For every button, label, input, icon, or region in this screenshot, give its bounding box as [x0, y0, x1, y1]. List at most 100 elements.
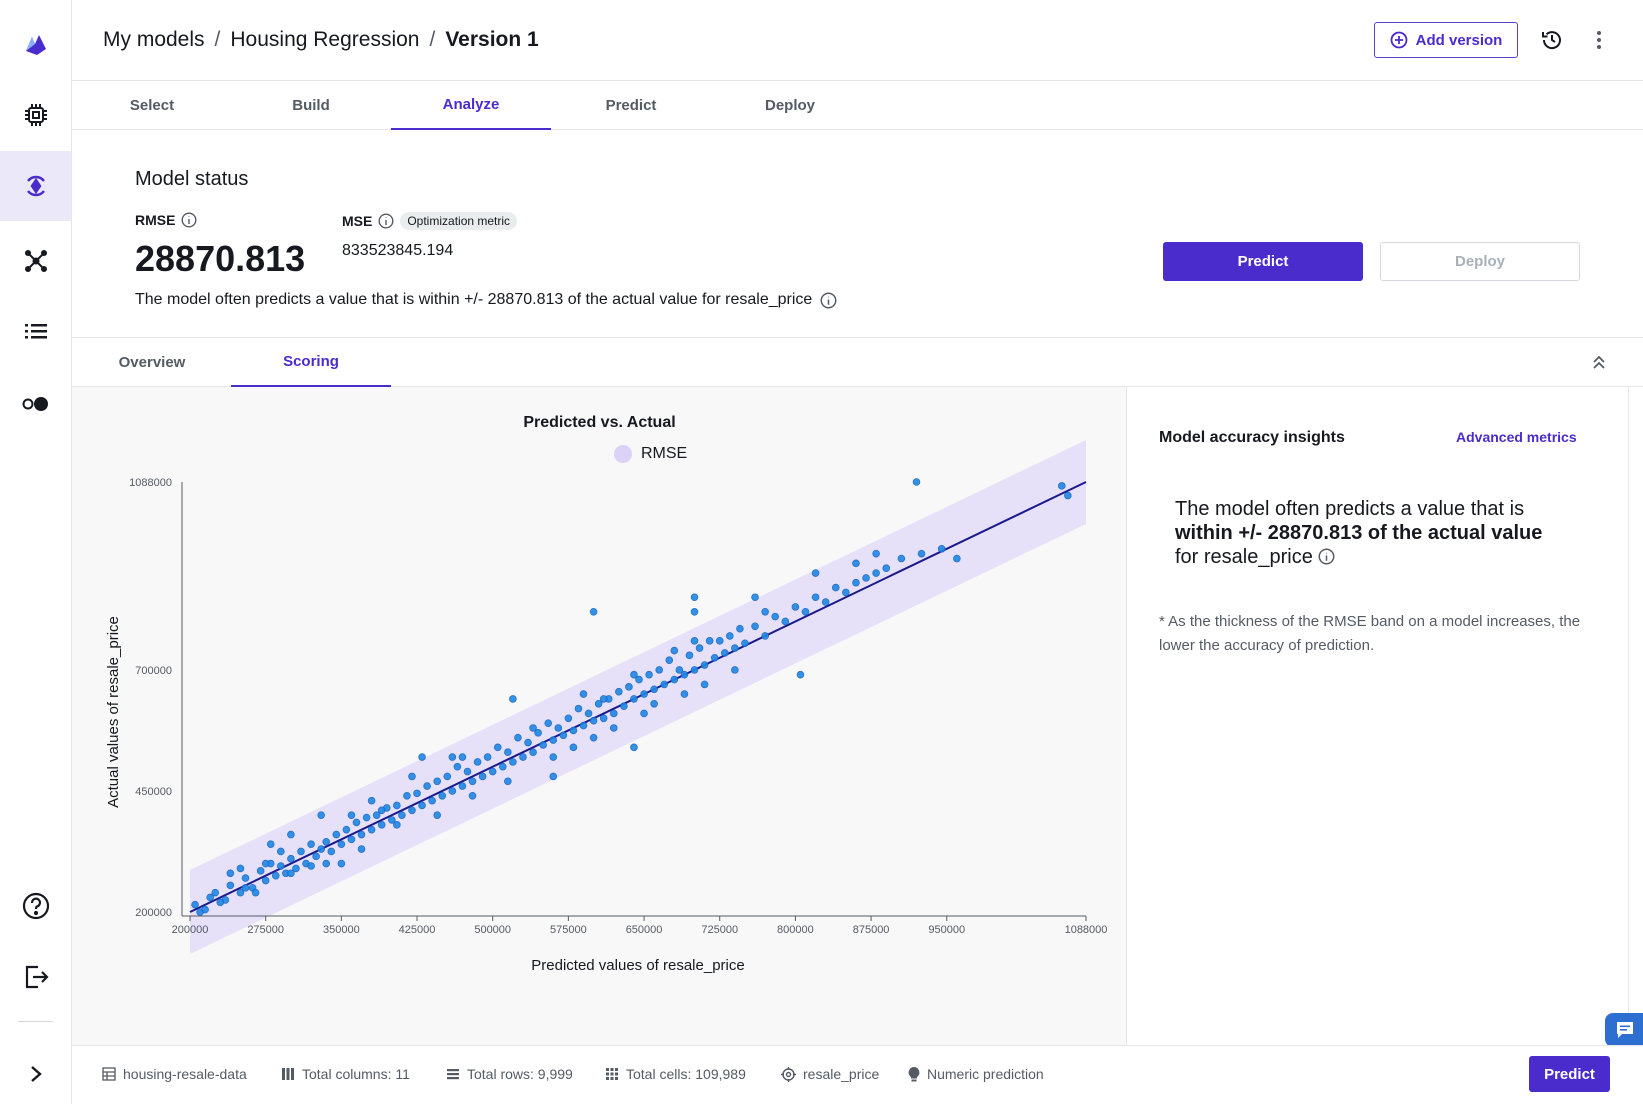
data-point[interactable] — [322, 837, 331, 846]
data-point[interactable] — [852, 559, 860, 568]
data-point[interactable] — [498, 762, 507, 771]
data-point[interactable] — [615, 687, 623, 696]
data-point[interactable] — [842, 588, 850, 597]
data-point[interactable] — [695, 644, 704, 652]
data-point[interactable] — [529, 748, 537, 757]
data-point[interactable] — [650, 685, 658, 694]
data-point[interactable] — [791, 603, 800, 611]
data-point[interactable] — [630, 670, 638, 679]
data-point[interactable] — [312, 852, 320, 861]
data-point[interactable] — [347, 811, 356, 819]
data-point[interactable] — [413, 789, 421, 798]
data-point[interactable] — [297, 847, 305, 856]
data-point[interactable] — [771, 612, 780, 621]
data-point[interactable] — [393, 821, 401, 829]
more-options-icon[interactable] — [1585, 26, 1613, 54]
data-point[interactable] — [216, 898, 225, 907]
data-point[interactable] — [458, 753, 467, 761]
data-point[interactable] — [731, 666, 739, 674]
collapse-chevron-icon[interactable] — [1587, 350, 1611, 374]
data-point[interactable] — [347, 835, 356, 844]
data-point[interactable] — [287, 869, 295, 878]
data-point[interactable] — [418, 801, 426, 810]
data-point[interactable] — [519, 753, 527, 761]
data-point[interactable] — [433, 777, 442, 786]
data-point[interactable] — [418, 753, 426, 761]
chip-icon[interactable] — [0, 80, 71, 150]
data-point[interactable] — [266, 840, 275, 849]
data-point[interactable] — [352, 818, 361, 827]
data-point[interactable] — [307, 840, 315, 849]
tab-overview[interactable]: Overview — [72, 338, 232, 387]
data-point[interactable] — [251, 888, 260, 897]
tab-predict[interactable]: Predict — [551, 81, 711, 130]
data-point[interactable] — [488, 767, 497, 776]
data-point[interactable] — [478, 772, 487, 781]
data-point[interactable] — [564, 714, 573, 723]
data-point[interactable] — [504, 777, 512, 786]
data-point[interactable] — [690, 637, 699, 645]
data-point[interactable] — [912, 478, 921, 486]
data-point[interactable] — [680, 670, 689, 679]
footer-predict-button[interactable]: Predict — [1529, 1056, 1610, 1092]
data-point[interactable] — [670, 646, 679, 655]
data-point[interactable] — [579, 721, 588, 730]
data-point[interactable] — [307, 862, 315, 870]
data-point[interactable] — [589, 607, 598, 616]
history-icon[interactable] — [1538, 26, 1566, 54]
data-point[interactable] — [317, 845, 325, 853]
data-point[interactable] — [625, 683, 633, 691]
data-point[interactable] — [261, 876, 270, 885]
tab-scoring[interactable]: Scoring — [231, 338, 391, 387]
data-point[interactable] — [458, 782, 467, 790]
data-point[interactable] — [549, 753, 558, 761]
sign-out-icon[interactable] — [0, 942, 71, 1012]
data-point[interactable] — [468, 791, 477, 800]
data-point[interactable] — [428, 796, 436, 805]
data-point[interactable] — [609, 709, 618, 718]
data-point[interactable] — [337, 859, 346, 868]
data-point[interactable] — [690, 593, 699, 602]
data-point[interactable] — [332, 830, 341, 839]
data-point[interactable] — [211, 888, 220, 897]
info-icon[interactable] — [378, 213, 394, 229]
data-point[interactable] — [1064, 491, 1072, 500]
info-icon[interactable] — [181, 212, 197, 228]
data-point[interactable] — [584, 709, 593, 718]
data-point[interactable] — [277, 847, 285, 856]
data-point[interactable] — [690, 666, 699, 674]
data-point[interactable] — [226, 869, 235, 878]
data-point[interactable] — [630, 743, 638, 752]
data-point[interactable] — [917, 549, 926, 558]
data-point[interactable] — [811, 593, 820, 602]
help-icon[interactable] — [0, 871, 71, 941]
data-point[interactable] — [609, 724, 618, 732]
data-point[interactable] — [327, 847, 336, 856]
data-point[interactable] — [640, 709, 648, 718]
data-point[interactable] — [650, 699, 658, 708]
data-point[interactable] — [801, 607, 810, 616]
data-point[interactable] — [287, 854, 295, 863]
data-point[interactable] — [236, 864, 245, 873]
expand-chevron-icon[interactable] — [0, 1039, 71, 1104]
data-point[interactable] — [579, 690, 588, 698]
data-point[interactable] — [277, 862, 285, 870]
data-point[interactable] — [589, 716, 598, 725]
feedback-chat-icon[interactable] — [1605, 1013, 1643, 1047]
data-point[interactable] — [362, 813, 371, 822]
data-point[interactable] — [872, 549, 880, 558]
data-point[interactable] — [483, 753, 492, 761]
data-point[interactable] — [504, 748, 512, 757]
data-point[interactable] — [453, 762, 462, 771]
data-point[interactable] — [256, 867, 265, 875]
data-point[interactable] — [271, 871, 280, 880]
data-point[interactable] — [665, 656, 674, 664]
data-point[interactable] — [549, 736, 558, 744]
data-point[interactable] — [403, 791, 411, 800]
data-point[interactable] — [493, 743, 502, 752]
data-point[interactable] — [690, 607, 699, 616]
data-point[interactable] — [514, 733, 522, 742]
data-point[interactable] — [872, 569, 880, 577]
data-point[interactable] — [357, 830, 366, 839]
data-point[interactable] — [781, 617, 790, 626]
